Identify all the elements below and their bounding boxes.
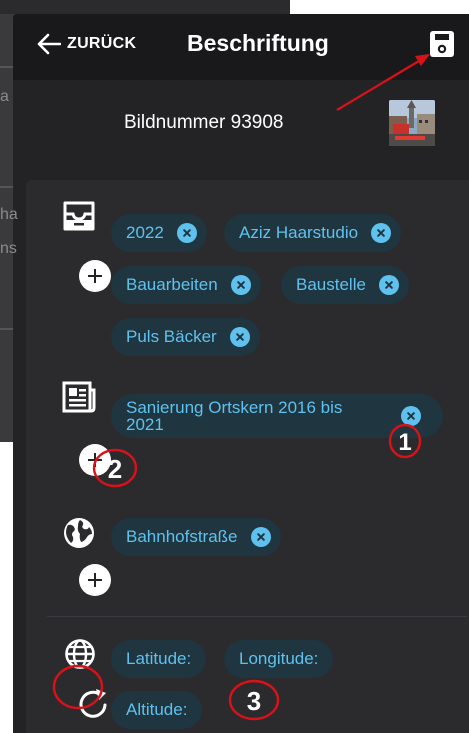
tag-chip-label: Bauarbeiten [126,275,218,294]
remove-chip-icon[interactable] [176,223,197,243]
grid-globe-icon [65,639,95,669]
top-bar: ZURÜCK Beschriftung [13,14,469,80]
tag-chip[interactable]: Aziz Haarstudio [224,214,402,252]
remove-chip-icon[interactable] [230,275,251,295]
remove-chip-icon[interactable] [371,223,392,243]
tag-chip-label: Baustelle [296,275,366,294]
refresh-icon[interactable] [76,687,112,721]
image-thumbnail[interactable] [389,100,435,146]
remove-chip-icon[interactable] [250,527,271,547]
tag-chip-label: Puls Bäcker [126,327,217,346]
tag-chip-label: Aziz Haarstudio [239,223,359,242]
back-arrow-icon [37,33,61,55]
globe-icon [64,518,94,548]
remove-chip-icon[interactable] [229,327,250,347]
tag-chip[interactable]: Baustelle [281,266,409,304]
background-text-fragment: a [0,88,9,105]
add-location-button[interactable] [79,564,111,596]
page-title: Beschriftung [187,30,329,56]
newspaper-icon [62,381,96,413]
save-icon[interactable] [428,29,456,59]
background-text-fragment: ns [0,240,17,257]
tag-chip-label: 2022 [126,223,164,242]
altitude-chip[interactable]: Altitude: [111,691,203,729]
back-button-label: ZURÜCK [67,35,137,52]
altitude-label: Altitude: [126,700,188,719]
album-chip-label: Sanierung Ortskern 2016 bis 2021 [126,398,343,434]
location-chip-label: Bahnhofstraße [126,527,238,546]
location-chip[interactable]: Bahnhofstraße [111,518,281,556]
tag-chip[interactable]: Bauarbeiten [111,266,261,304]
background-text-fragment: ha [0,206,18,223]
remove-chip-icon[interactable] [401,406,421,426]
tag-chip[interactable]: 2022 [111,214,207,252]
app-screen: ZURÜCK Beschriftung Bildnummer 93908 202… [13,14,469,733]
tag-chip[interactable]: Puls Bäcker [111,318,260,356]
add-tag-button[interactable] [79,260,111,292]
inbox-tray-icon [63,201,95,231]
add-album-button[interactable] [79,444,111,476]
longitude-chip[interactable]: Longitude: [224,640,334,678]
background-window-titlebar [0,0,290,14]
labels-panel: 2022 Aziz Haarstudio Bauarbeiten Baustel… [26,180,469,733]
image-number-label: Bildnummer 93908 [124,112,284,133]
latitude-chip[interactable]: Latitude: [111,640,207,678]
remove-chip-icon[interactable] [378,275,399,295]
section-divider [47,616,467,617]
back-button[interactable]: ZURÜCK [37,33,136,55]
image-info-row: Bildnummer 93908 [13,80,469,180]
longitude-label: Longitude: [239,649,319,668]
album-chip[interactable]: Sanierung Ortskern 2016 bis 2021 [111,394,443,438]
latitude-label: Latitude: [126,649,192,668]
